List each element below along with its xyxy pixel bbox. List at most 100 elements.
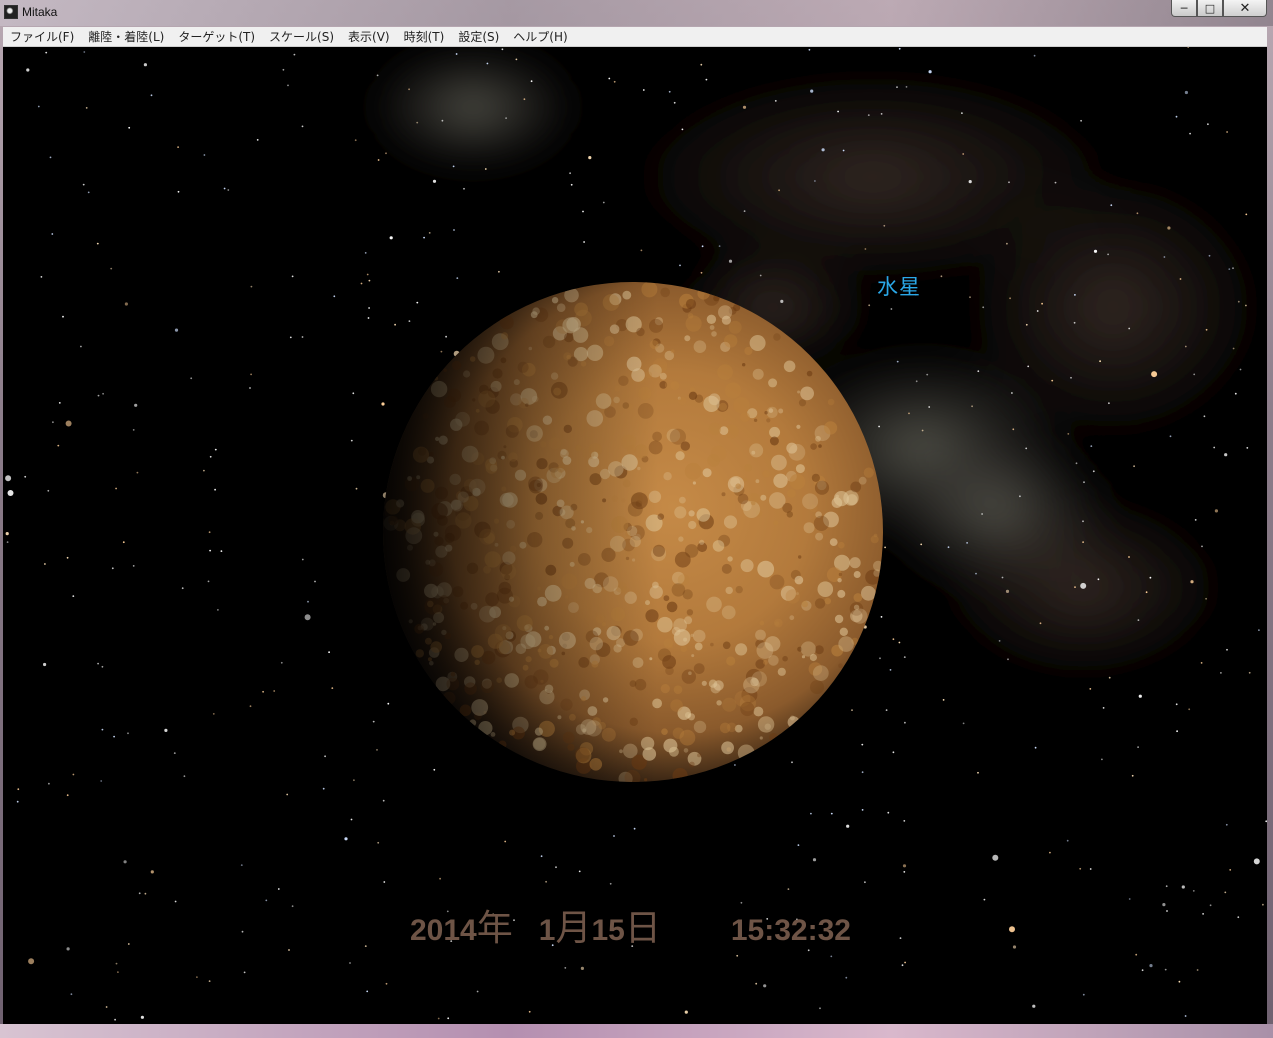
star — [1190, 580, 1194, 584]
menu-settings[interactable]: 設定(S) — [451, 28, 506, 45]
star — [540, 855, 543, 858]
star — [1033, 54, 1036, 57]
star — [190, 377, 193, 380]
space-viewport[interactable]: 水星 2014年 1月15日 15:32:32 — [3, 47, 1267, 1024]
star — [898, 47, 901, 50]
star — [389, 236, 393, 240]
star — [376, 749, 378, 751]
star — [1248, 671, 1251, 674]
star — [208, 531, 211, 534]
date-month: 1 — [538, 914, 556, 947]
star — [868, 304, 871, 307]
star — [115, 962, 118, 965]
star — [947, 546, 950, 549]
star — [1075, 462, 1078, 465]
close-button[interactable]: ✕ — [1223, 0, 1267, 17]
star — [144, 892, 147, 895]
star — [1207, 123, 1209, 126]
menu-takeoff-landing[interactable]: 離陸・着陸(L) — [81, 28, 171, 45]
menu-target[interactable]: ターゲット(T) — [171, 28, 262, 45]
star — [214, 488, 217, 491]
star — [377, 841, 380, 844]
star — [904, 961, 906, 964]
star — [1108, 676, 1111, 679]
app-icon[interactable] — [4, 5, 18, 19]
menu-help[interactable]: ヘルプ(H) — [506, 28, 574, 45]
star — [642, 89, 645, 91]
star — [1089, 688, 1092, 690]
minimize-button[interactable]: ─ — [1171, 0, 1197, 17]
star — [505, 117, 507, 119]
star — [998, 640, 1001, 642]
star — [100, 780, 103, 782]
star — [1225, 823, 1228, 826]
menu-file[interactable]: ファイル(F) — [3, 28, 81, 45]
star — [861, 771, 864, 774]
star — [51, 233, 54, 235]
star — [463, 187, 465, 190]
star — [892, 751, 895, 754]
star — [1258, 629, 1260, 631]
star — [441, 119, 444, 122]
star — [864, 881, 866, 884]
star — [127, 943, 130, 945]
star — [992, 854, 999, 861]
star — [1167, 226, 1171, 230]
star — [47, 489, 50, 492]
star — [277, 888, 280, 890]
star — [903, 871, 906, 873]
planet-label[interactable]: 水星 — [877, 271, 921, 301]
star — [842, 149, 845, 152]
star — [416, 301, 419, 304]
star — [289, 336, 292, 339]
star — [921, 429, 924, 432]
star — [545, 880, 547, 883]
star — [668, 90, 671, 93]
star — [408, 320, 411, 322]
menu-scale[interactable]: スケール(S) — [262, 28, 341, 45]
star — [1213, 446, 1216, 449]
star — [1245, 213, 1248, 216]
star — [1137, 619, 1140, 621]
star — [1082, 541, 1084, 543]
date-day: 15 — [591, 914, 625, 947]
star — [896, 360, 899, 363]
star — [45, 51, 48, 54]
star — [942, 699, 945, 701]
star — [1093, 249, 1098, 253]
star — [728, 259, 733, 263]
star — [1234, 392, 1237, 395]
menu-time[interactable]: 時刻(T) — [397, 28, 452, 45]
star — [864, 248, 867, 250]
star — [1175, 115, 1178, 118]
star — [1226, 648, 1228, 651]
maximize-button[interactable]: □ — [1197, 0, 1223, 17]
star — [256, 139, 259, 141]
star — [1145, 591, 1148, 594]
star — [344, 837, 348, 841]
star — [484, 168, 487, 170]
star — [1001, 576, 1004, 579]
star — [742, 105, 747, 109]
star — [349, 962, 351, 964]
star — [578, 870, 581, 873]
star — [883, 224, 886, 227]
star — [1011, 392, 1013, 394]
star — [128, 126, 131, 129]
star — [354, 139, 357, 142]
menu-view[interactable]: 表示(V) — [341, 28, 397, 45]
star — [498, 270, 500, 273]
star — [920, 543, 923, 546]
star — [101, 665, 104, 668]
star — [352, 392, 355, 395]
star — [164, 728, 168, 733]
star — [1151, 371, 1158, 378]
star — [679, 264, 681, 267]
star — [6, 541, 9, 543]
star — [28, 958, 35, 965]
star — [16, 800, 19, 803]
title-bar[interactable]: Mitaka ─ □ ✕ — [0, 0, 1273, 26]
star — [1135, 953, 1138, 956]
star — [861, 809, 864, 811]
star — [1208, 254, 1211, 257]
